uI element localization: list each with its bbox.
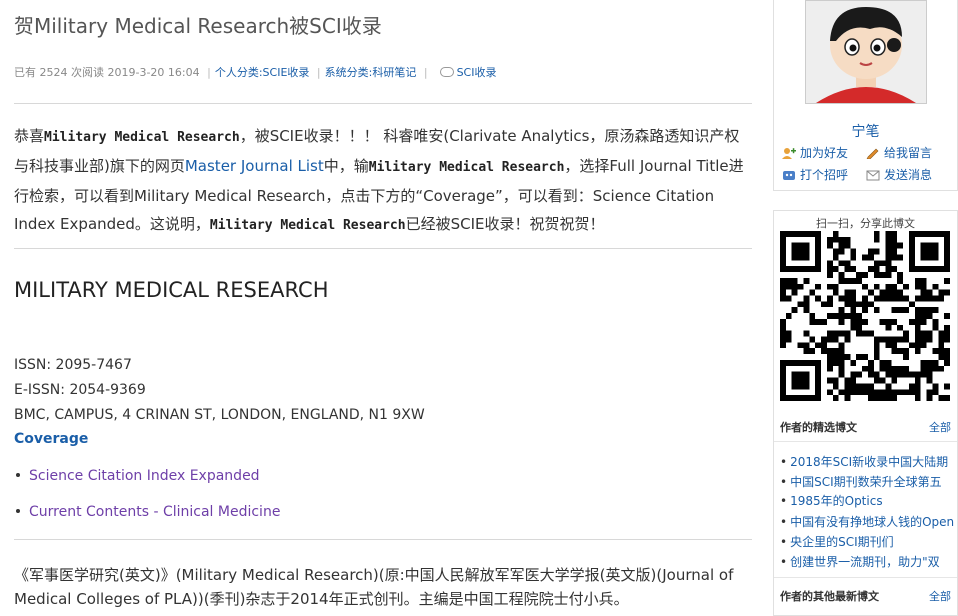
profile-box: 宁笔 加为好友 给我留言 打个招呼 发送消息 <box>773 0 958 191</box>
leave-message-button[interactable]: 给我留言 <box>866 144 932 161</box>
featured-post-link[interactable]: 中国有没有挣地球人钱的Open <box>790 515 954 529</box>
qr-share-box: 扫一扫，分享此博文 作者的精选博文 全部 • 2018年SCI新收录中国大陆期 •… <box>773 210 958 616</box>
journal-description-paragraph: 《军事医学研究(英文)》(Military Medical Research)(… <box>14 566 734 608</box>
para-text: 恭喜 <box>14 127 45 145</box>
tag-link[interactable]: SCI收录 <box>457 66 497 79</box>
mail-icon <box>866 170 880 180</box>
post-date: 2019-3-20 16:04 <box>107 66 200 79</box>
featured-posts-header: 作者的精选博文 全部 <box>780 419 951 435</box>
divider <box>774 577 957 578</box>
separator: | <box>423 66 428 79</box>
featured-all-link[interactable]: 全部 <box>929 419 951 435</box>
coverage-label: Coverage <box>14 431 89 447</box>
featured-post-link[interactable]: 创建世界一流期刊，助力"双 <box>790 555 940 569</box>
separator: | <box>207 66 211 79</box>
qr-caption: 扫一扫，分享此博文 <box>816 217 915 230</box>
article-title: 贺Military Medical Research被SCI收录 <box>14 14 382 38</box>
coverage-item: Current Contents - Clinical Medicine <box>14 504 280 520</box>
featured-post-link[interactable]: 央企里的SCI期刊们 <box>790 535 894 549</box>
reads-prefix: 已有 <box>14 66 36 79</box>
article-meta: 已有 2524 次阅读 2019-3-20 16:04 | 个人分类:SCIE收录… <box>14 64 497 80</box>
featured-post-item: • 中国有没有挣地球人钱的Open <box>780 515 955 529</box>
divider <box>14 248 752 249</box>
avatar-cartoon-icon <box>806 1 926 103</box>
bullet-icon <box>16 509 20 513</box>
divider <box>774 441 957 442</box>
greet-label: 打个招呼 <box>800 168 849 182</box>
journal-name-bold: Military Medical Research <box>44 130 240 145</box>
featured-post-item: • 1985年的Optics <box>780 494 883 508</box>
featured-post-link[interactable]: 2018年SCI新收录中国大陆期 <box>790 455 948 469</box>
leave-message-label: 给我留言 <box>884 146 933 160</box>
reads-suffix: 次阅读 <box>71 66 104 79</box>
eissn: E-ISSN: 2054-9369 <box>14 382 146 398</box>
publisher-address: BMC, CAMPUS, 4 CRINAN ST, LONDON, ENGLAN… <box>14 407 425 423</box>
send-message-button[interactable]: 发送消息 <box>866 166 932 183</box>
featured-post-link[interactable]: 中国SCI期刊数荣升全球第五 <box>790 475 942 489</box>
latest-all-link[interactable]: 全部 <box>929 588 951 604</box>
reads-count: 2524 <box>39 66 68 79</box>
featured-post-item: • 2018年SCI新收录中国大陆期 <box>780 455 949 469</box>
featured-post-item: • 中国SCI期刊数荣升全球第五 <box>780 475 942 489</box>
username[interactable]: 宁笔 <box>774 121 957 141</box>
add-friend-button[interactable]: 加为好友 <box>782 144 848 161</box>
sidebar: 宁笔 加为好友 给我留言 打个招呼 发送消息 扫一扫，分享此博文 作者的精选博文… <box>773 0 958 616</box>
avatar[interactable] <box>805 0 927 104</box>
intro-paragraph: 恭喜Military Medical Research，被SCIE收录！！！ 科… <box>14 122 754 240</box>
greet-icon <box>783 170 795 180</box>
featured-post-item: • 创建世界一流期刊，助力"双 <box>780 555 940 569</box>
featured-posts-title: 作者的精选博文 <box>780 421 857 434</box>
tag-icon <box>439 67 454 77</box>
issn: ISSN: 2095-7467 <box>14 357 132 373</box>
para-text: 已经被SCIE收录！祝贺祝贺！ <box>405 215 605 233</box>
article-main: 贺Military Medical Research被SCI收录 已有 2524… <box>0 0 766 614</box>
separator: | <box>316 66 321 79</box>
add-friend-label: 加为好友 <box>800 146 849 160</box>
greet-button[interactable]: 打个招呼 <box>782 166 848 183</box>
system-category-link[interactable]: 系统分类:科研笔记 <box>325 66 417 79</box>
journal-heading: MILITARY MEDICAL RESEARCH <box>14 278 329 302</box>
coverage-link-cc[interactable]: Current Contents - Clinical Medicine <box>29 504 280 520</box>
journal-name-bold: Military Medical Research <box>209 218 406 233</box>
featured-post-link[interactable]: 1985年的Optics <box>790 494 883 508</box>
divider <box>14 539 752 540</box>
send-message-label: 发送消息 <box>884 168 933 182</box>
bullet-icon <box>16 473 20 477</box>
latest-posts-header: 作者的其他最新博文 全部 <box>780 588 951 604</box>
coverage-item: Science Citation Index Expanded <box>14 468 260 484</box>
featured-post-item: • 央企里的SCI期刊们 <box>780 535 894 549</box>
message-pencil-icon <box>866 148 879 159</box>
para-text: 中，输 <box>323 157 369 175</box>
master-journal-list-link[interactable]: Master Journal List <box>185 157 324 175</box>
qr-code <box>780 231 950 401</box>
latest-posts-title: 作者的其他最新博文 <box>780 590 879 603</box>
personal-category-link[interactable]: 个人分类:SCIE收录 <box>215 66 310 79</box>
coverage-link-scie[interactable]: Science Citation Index Expanded <box>29 468 260 484</box>
journal-name-bold: Military Medical Research <box>368 160 565 175</box>
add-friend-icon <box>782 147 796 159</box>
divider <box>14 103 752 104</box>
